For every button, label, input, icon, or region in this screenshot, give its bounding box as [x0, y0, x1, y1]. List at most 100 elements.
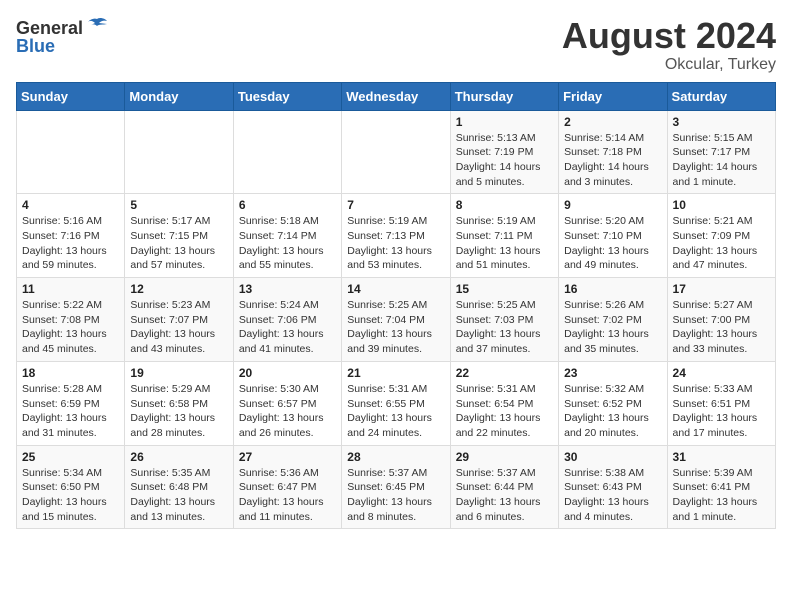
day-number: 15: [456, 282, 553, 296]
header-sunday: Sunday: [17, 82, 125, 110]
day-number: 26: [130, 450, 227, 464]
day-info: Sunrise: 5:31 AM Sunset: 6:54 PM Dayligh…: [456, 382, 553, 441]
day-info: Sunrise: 5:37 AM Sunset: 6:44 PM Dayligh…: [456, 466, 553, 525]
day-info: Sunrise: 5:27 AM Sunset: 7:00 PM Dayligh…: [673, 298, 770, 357]
day-cell: [342, 110, 450, 194]
day-cell: [125, 110, 233, 194]
day-number: 30: [564, 450, 661, 464]
day-cell: 4 Sunrise: 5:16 AM Sunset: 7:16 PM Daylig…: [17, 194, 125, 278]
day-number: 20: [239, 366, 336, 380]
day-number: 2: [564, 115, 661, 129]
day-number: 25: [22, 450, 119, 464]
day-cell: 11 Sunrise: 5:22 AM Sunset: 7:08 PM Dayli…: [17, 278, 125, 362]
day-number: 3: [673, 115, 770, 129]
logo-bird-icon: [85, 16, 109, 40]
day-info: Sunrise: 5:33 AM Sunset: 6:51 PM Dayligh…: [673, 382, 770, 441]
day-cell: [233, 110, 341, 194]
day-info: Sunrise: 5:39 AM Sunset: 6:41 PM Dayligh…: [673, 466, 770, 525]
day-info: Sunrise: 5:18 AM Sunset: 7:14 PM Dayligh…: [239, 214, 336, 273]
location-subtitle: Okcular, Turkey: [562, 56, 776, 74]
day-number: 9: [564, 198, 661, 212]
day-info: Sunrise: 5:20 AM Sunset: 7:10 PM Dayligh…: [564, 214, 661, 273]
day-info: Sunrise: 5:25 AM Sunset: 7:04 PM Dayligh…: [347, 298, 444, 357]
day-cell: 19 Sunrise: 5:29 AM Sunset: 6:58 PM Dayli…: [125, 361, 233, 445]
day-info: Sunrise: 5:14 AM Sunset: 7:18 PM Dayligh…: [564, 131, 661, 190]
day-cell: 14 Sunrise: 5:25 AM Sunset: 7:04 PM Dayli…: [342, 278, 450, 362]
day-number: 10: [673, 198, 770, 212]
day-number: 1: [456, 115, 553, 129]
day-cell: 6 Sunrise: 5:18 AM Sunset: 7:14 PM Daylig…: [233, 194, 341, 278]
month-year-title: August 2024: [562, 16, 776, 56]
day-info: Sunrise: 5:24 AM Sunset: 7:06 PM Dayligh…: [239, 298, 336, 357]
day-info: Sunrise: 5:13 AM Sunset: 7:19 PM Dayligh…: [456, 131, 553, 190]
day-number: 6: [239, 198, 336, 212]
day-number: 17: [673, 282, 770, 296]
day-number: 4: [22, 198, 119, 212]
day-cell: 31 Sunrise: 5:39 AM Sunset: 6:41 PM Dayli…: [667, 445, 775, 529]
day-info: Sunrise: 5:22 AM Sunset: 7:08 PM Dayligh…: [22, 298, 119, 357]
day-cell: 10 Sunrise: 5:21 AM Sunset: 7:09 PM Dayli…: [667, 194, 775, 278]
day-info: Sunrise: 5:34 AM Sunset: 6:50 PM Dayligh…: [22, 466, 119, 525]
day-number: 16: [564, 282, 661, 296]
day-info: Sunrise: 5:17 AM Sunset: 7:15 PM Dayligh…: [130, 214, 227, 273]
day-cell: 15 Sunrise: 5:25 AM Sunset: 7:03 PM Dayli…: [450, 278, 558, 362]
header-wednesday: Wednesday: [342, 82, 450, 110]
day-info: Sunrise: 5:16 AM Sunset: 7:16 PM Dayligh…: [22, 214, 119, 273]
day-info: Sunrise: 5:29 AM Sunset: 6:58 PM Dayligh…: [130, 382, 227, 441]
day-cell: 25 Sunrise: 5:34 AM Sunset: 6:50 PM Dayli…: [17, 445, 125, 529]
header-friday: Friday: [559, 82, 667, 110]
day-cell: 5 Sunrise: 5:17 AM Sunset: 7:15 PM Daylig…: [125, 194, 233, 278]
week-row-5: 25 Sunrise: 5:34 AM Sunset: 6:50 PM Dayli…: [17, 445, 776, 529]
day-number: 5: [130, 198, 227, 212]
day-info: Sunrise: 5:38 AM Sunset: 6:43 PM Dayligh…: [564, 466, 661, 525]
day-number: 24: [673, 366, 770, 380]
day-cell: 30 Sunrise: 5:38 AM Sunset: 6:43 PM Dayli…: [559, 445, 667, 529]
day-info: Sunrise: 5:15 AM Sunset: 7:17 PM Dayligh…: [673, 131, 770, 190]
day-cell: 27Sunrise: 5:36 AM Sunset: 6:47 PM Dayli…: [233, 445, 341, 529]
day-number: 18: [22, 366, 119, 380]
day-cell: 20Sunrise: 5:30 AM Sunset: 6:57 PM Dayli…: [233, 361, 341, 445]
day-cell: 8Sunrise: 5:19 AM Sunset: 7:11 PM Daylig…: [450, 194, 558, 278]
logo-text-blue: Blue: [16, 36, 55, 57]
page-header: General Blue August 2024 Okcular, Turkey: [16, 16, 776, 74]
week-row-4: 18Sunrise: 5:28 AM Sunset: 6:59 PM Dayli…: [17, 361, 776, 445]
day-info: Sunrise: 5:21 AM Sunset: 7:09 PM Dayligh…: [673, 214, 770, 273]
day-number: 21: [347, 366, 444, 380]
day-number: 23: [564, 366, 661, 380]
day-info: Sunrise: 5:35 AM Sunset: 6:48 PM Dayligh…: [130, 466, 227, 525]
day-cell: 17 Sunrise: 5:27 AM Sunset: 7:00 PM Dayli…: [667, 278, 775, 362]
week-row-1: 1 Sunrise: 5:13 AM Sunset: 7:19 PM Daylig…: [17, 110, 776, 194]
day-info: Sunrise: 5:32 AM Sunset: 6:52 PM Dayligh…: [564, 382, 661, 441]
days-header-row: SundayMondayTuesdayWednesdayThursdayFrid…: [17, 82, 776, 110]
day-number: 29: [456, 450, 553, 464]
week-row-3: 11 Sunrise: 5:22 AM Sunset: 7:08 PM Dayli…: [17, 278, 776, 362]
day-info: Sunrise: 5:23 AM Sunset: 7:07 PM Dayligh…: [130, 298, 227, 357]
day-cell: 9 Sunrise: 5:20 AM Sunset: 7:10 PM Daylig…: [559, 194, 667, 278]
day-number: 12: [130, 282, 227, 296]
day-cell: 28 Sunrise: 5:37 AM Sunset: 6:45 PM Dayli…: [342, 445, 450, 529]
day-info: Sunrise: 5:37 AM Sunset: 6:45 PM Dayligh…: [347, 466, 444, 525]
day-number: 22: [456, 366, 553, 380]
day-number: 31: [673, 450, 770, 464]
day-cell: 12 Sunrise: 5:23 AM Sunset: 7:07 PM Dayli…: [125, 278, 233, 362]
day-cell: 26 Sunrise: 5:35 AM Sunset: 6:48 PM Dayli…: [125, 445, 233, 529]
day-cell: 13Sunrise: 5:24 AM Sunset: 7:06 PM Dayli…: [233, 278, 341, 362]
header-saturday: Saturday: [667, 82, 775, 110]
day-info: Sunrise: 5:25 AM Sunset: 7:03 PM Dayligh…: [456, 298, 553, 357]
week-row-2: 4 Sunrise: 5:16 AM Sunset: 7:16 PM Daylig…: [17, 194, 776, 278]
day-number: 8: [456, 198, 553, 212]
day-number: 14: [347, 282, 444, 296]
day-info: Sunrise: 5:19 AM Sunset: 7:13 PM Dayligh…: [347, 214, 444, 273]
day-cell: 16 Sunrise: 5:26 AM Sunset: 7:02 PM Dayli…: [559, 278, 667, 362]
day-number: 28: [347, 450, 444, 464]
day-info: Sunrise: 5:26 AM Sunset: 7:02 PM Dayligh…: [564, 298, 661, 357]
day-cell: 24 Sunrise: 5:33 AM Sunset: 6:51 PM Dayli…: [667, 361, 775, 445]
day-number: 11: [22, 282, 119, 296]
day-number: 19: [130, 366, 227, 380]
calendar-table: SundayMondayTuesdayWednesdayThursdayFrid…: [16, 82, 776, 530]
day-cell: 7Sunrise: 5:19 AM Sunset: 7:13 PM Daylig…: [342, 194, 450, 278]
day-info: Sunrise: 5:31 AM Sunset: 6:55 PM Dayligh…: [347, 382, 444, 441]
day-cell: [17, 110, 125, 194]
day-number: 27: [239, 450, 336, 464]
day-cell: 21 Sunrise: 5:31 AM Sunset: 6:55 PM Dayli…: [342, 361, 450, 445]
